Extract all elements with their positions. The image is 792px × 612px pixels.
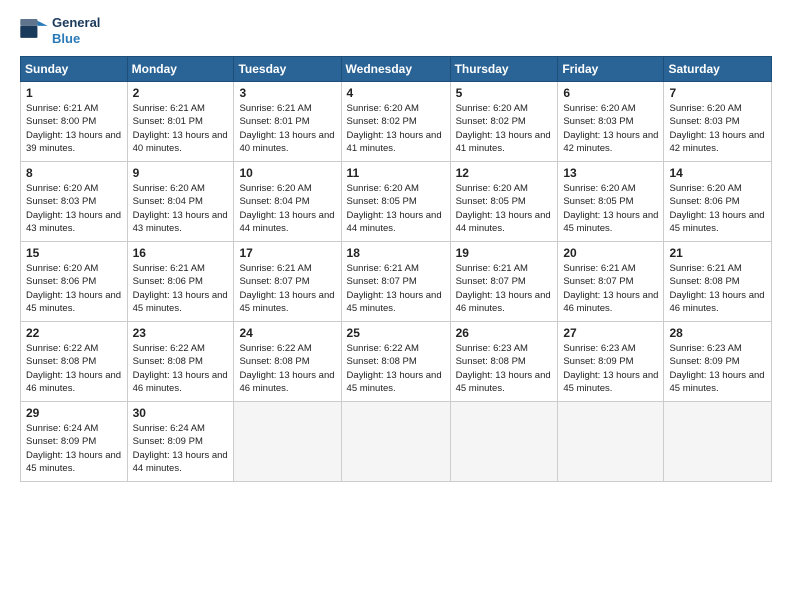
calendar-day-26: 26Sunrise: 6:23 AMSunset: 8:08 PMDayligh… xyxy=(450,322,558,402)
calendar-day-7: 7Sunrise: 6:20 AMSunset: 8:03 PMDaylight… xyxy=(664,82,772,162)
week-row: 29Sunrise: 6:24 AMSunset: 8:09 PMDayligh… xyxy=(21,402,772,482)
calendar-day-20: 20Sunrise: 6:21 AMSunset: 8:07 PMDayligh… xyxy=(558,242,664,322)
header: General Blue xyxy=(20,15,772,46)
calendar-day-22: 22Sunrise: 6:22 AMSunset: 8:08 PMDayligh… xyxy=(21,322,128,402)
calendar-day-18: 18Sunrise: 6:21 AMSunset: 8:07 PMDayligh… xyxy=(341,242,450,322)
calendar-day-30: 30Sunrise: 6:24 AMSunset: 8:09 PMDayligh… xyxy=(127,402,234,482)
calendar-day-empty xyxy=(558,402,664,482)
calendar-page: General Blue SundayMondayTuesdayWednesda… xyxy=(0,0,792,612)
calendar-day-27: 27Sunrise: 6:23 AMSunset: 8:09 PMDayligh… xyxy=(558,322,664,402)
calendar-day-17: 17Sunrise: 6:21 AMSunset: 8:07 PMDayligh… xyxy=(234,242,341,322)
calendar-day-28: 28Sunrise: 6:23 AMSunset: 8:09 PMDayligh… xyxy=(664,322,772,402)
calendar-day-2: 2Sunrise: 6:21 AMSunset: 8:01 PMDaylight… xyxy=(127,82,234,162)
week-row: 8Sunrise: 6:20 AMSunset: 8:03 PMDaylight… xyxy=(21,162,772,242)
week-row: 1Sunrise: 6:21 AMSunset: 8:00 PMDaylight… xyxy=(21,82,772,162)
calendar-day-empty xyxy=(450,402,558,482)
calendar-day-21: 21Sunrise: 6:21 AMSunset: 8:08 PMDayligh… xyxy=(664,242,772,322)
calendar-day-9: 9Sunrise: 6:20 AMSunset: 8:04 PMDaylight… xyxy=(127,162,234,242)
weekday-header-saturday: Saturday xyxy=(664,57,772,82)
calendar-day-13: 13Sunrise: 6:20 AMSunset: 8:05 PMDayligh… xyxy=(558,162,664,242)
calendar-day-empty xyxy=(234,402,341,482)
weekday-header-thursday: Thursday xyxy=(450,57,558,82)
calendar-day-19: 19Sunrise: 6:21 AMSunset: 8:07 PMDayligh… xyxy=(450,242,558,322)
calendar-day-15: 15Sunrise: 6:20 AMSunset: 8:06 PMDayligh… xyxy=(21,242,128,322)
weekday-header-sunday: Sunday xyxy=(21,57,128,82)
calendar-day-24: 24Sunrise: 6:22 AMSunset: 8:08 PMDayligh… xyxy=(234,322,341,402)
logo-text-blue: Blue xyxy=(52,31,100,47)
logo: General Blue xyxy=(20,15,100,46)
calendar-day-12: 12Sunrise: 6:20 AMSunset: 8:05 PMDayligh… xyxy=(450,162,558,242)
calendar-day-6: 6Sunrise: 6:20 AMSunset: 8:03 PMDaylight… xyxy=(558,82,664,162)
calendar-day-14: 14Sunrise: 6:20 AMSunset: 8:06 PMDayligh… xyxy=(664,162,772,242)
logo-text-general: General xyxy=(52,15,100,31)
week-row: 22Sunrise: 6:22 AMSunset: 8:08 PMDayligh… xyxy=(21,322,772,402)
weekday-header-wednesday: Wednesday xyxy=(341,57,450,82)
logo-icon xyxy=(20,19,48,43)
calendar-day-empty xyxy=(664,402,772,482)
calendar-day-16: 16Sunrise: 6:21 AMSunset: 8:06 PMDayligh… xyxy=(127,242,234,322)
week-row: 15Sunrise: 6:20 AMSunset: 8:06 PMDayligh… xyxy=(21,242,772,322)
weekday-header-friday: Friday xyxy=(558,57,664,82)
calendar-day-empty xyxy=(341,402,450,482)
calendar-day-8: 8Sunrise: 6:20 AMSunset: 8:03 PMDaylight… xyxy=(21,162,128,242)
weekday-header-monday: Monday xyxy=(127,57,234,82)
calendar-day-1: 1Sunrise: 6:21 AMSunset: 8:00 PMDaylight… xyxy=(21,82,128,162)
calendar-day-10: 10Sunrise: 6:20 AMSunset: 8:04 PMDayligh… xyxy=(234,162,341,242)
calendar-day-25: 25Sunrise: 6:22 AMSunset: 8:08 PMDayligh… xyxy=(341,322,450,402)
calendar-day-4: 4Sunrise: 6:20 AMSunset: 8:02 PMDaylight… xyxy=(341,82,450,162)
weekday-header-row: SundayMondayTuesdayWednesdayThursdayFrid… xyxy=(21,57,772,82)
calendar-day-29: 29Sunrise: 6:24 AMSunset: 8:09 PMDayligh… xyxy=(21,402,128,482)
calendar-day-5: 5Sunrise: 6:20 AMSunset: 8:02 PMDaylight… xyxy=(450,82,558,162)
calendar-day-23: 23Sunrise: 6:22 AMSunset: 8:08 PMDayligh… xyxy=(127,322,234,402)
calendar-day-11: 11Sunrise: 6:20 AMSunset: 8:05 PMDayligh… xyxy=(341,162,450,242)
calendar-day-3: 3Sunrise: 6:21 AMSunset: 8:01 PMDaylight… xyxy=(234,82,341,162)
calendar-table: SundayMondayTuesdayWednesdayThursdayFrid… xyxy=(20,56,772,482)
weekday-header-tuesday: Tuesday xyxy=(234,57,341,82)
